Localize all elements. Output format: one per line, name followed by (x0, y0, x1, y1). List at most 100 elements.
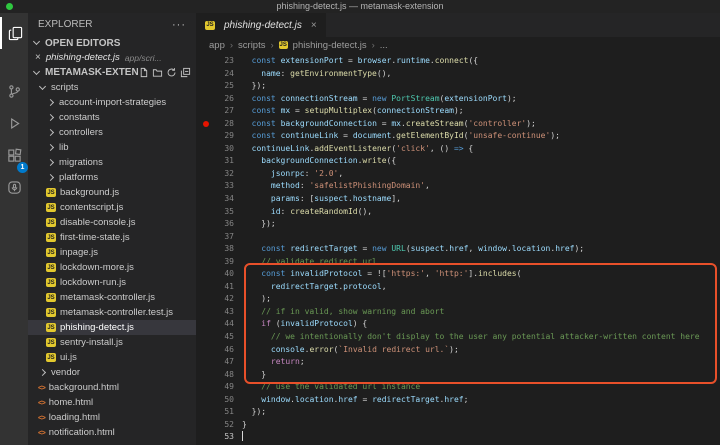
tree-item-migrations[interactable]: migrations (28, 155, 196, 170)
code-line-48[interactable]: 48 } (196, 369, 720, 382)
code-line-26[interactable]: 26 const connectionStream = new PortStre… (196, 93, 720, 106)
source-control-activity-button[interactable] (0, 75, 28, 107)
code-line-43[interactable]: 43 // if in valid, show warning and abor… (196, 306, 720, 319)
tree-item-background.html[interactable]: <>background.html (28, 380, 196, 395)
tree-item-notification.html[interactable]: <>notification.html (28, 425, 196, 440)
line-number[interactable]: 51 (224, 406, 234, 419)
code-line-52[interactable]: 52} (196, 419, 720, 432)
line-number[interactable]: 50 (224, 394, 234, 407)
line-number[interactable]: 38 (224, 243, 234, 256)
mic-activity-button[interactable] (0, 171, 28, 203)
line-number[interactable]: 42 (224, 293, 234, 306)
tree-item-contentscript.js[interactable]: JScontentscript.js (28, 200, 196, 215)
new-folder-icon[interactable] (152, 67, 163, 78)
code-line-35[interactable]: 35 id: createRandomId(), (196, 206, 720, 219)
tree-item-loading.html[interactable]: <>loading.html (28, 410, 196, 425)
tree-item-background.js[interactable]: JSbackground.js (28, 185, 196, 200)
new-file-icon[interactable] (138, 67, 149, 78)
tree-item-lockdown-run.js[interactable]: JSlockdown-run.js (28, 275, 196, 290)
line-number[interactable]: 48 (224, 369, 234, 382)
line-number[interactable]: 33 (224, 180, 234, 193)
code-line-28[interactable]: 28 const backgroundConnection = mx.creat… (196, 118, 720, 131)
code-line-42[interactable]: 42 ); (196, 293, 720, 306)
code-editor[interactable]: 23 const extensionPort = browser.runtime… (196, 53, 720, 445)
breadcrumb-item[interactable]: ... (380, 40, 388, 51)
refresh-icon[interactable] (166, 67, 177, 78)
tree-item-metamask-controller.test.js[interactable]: JSmetamask-controller.test.js (28, 305, 196, 320)
breadcrumb-item[interactable]: app (209, 40, 225, 51)
line-number[interactable]: 35 (224, 206, 234, 219)
tree-item-platforms[interactable]: platforms (28, 170, 196, 185)
line-number[interactable]: 52 (224, 419, 234, 432)
code-line-41[interactable]: 41 redirectTarget.protocol, (196, 281, 720, 294)
code-line-30[interactable]: 30 continueLink.addEventListener('click'… (196, 143, 720, 156)
breadcrumb-item[interactable]: scripts (238, 40, 265, 51)
tree-item-ui.js[interactable]: JSui.js (28, 350, 196, 365)
code-line-40[interactable]: 40 const invalidProtocol = !['https:', '… (196, 268, 720, 281)
code-line-34[interactable]: 34 params: [suspect.hostname], (196, 193, 720, 206)
line-number[interactable]: 28 (224, 118, 234, 131)
line-number[interactable]: 43 (224, 306, 234, 319)
line-number[interactable]: 53 (224, 431, 234, 444)
line-number[interactable]: 44 (224, 318, 234, 331)
close-icon[interactable]: × (311, 20, 317, 31)
tree-item-vendor[interactable]: vendor (28, 365, 196, 380)
tree-item-lib[interactable]: lib (28, 140, 196, 155)
code-line-27[interactable]: 27 const mx = setupMultiplex(connectionS… (196, 105, 720, 118)
line-number[interactable]: 39 (224, 256, 234, 269)
code-line-37[interactable]: 37 (196, 231, 720, 244)
code-line-46[interactable]: 46 console.error(`Invalid redirect url.`… (196, 344, 720, 357)
line-number[interactable]: 41 (224, 281, 234, 294)
code-line-47[interactable]: 47 return; (196, 356, 720, 369)
line-number[interactable]: 25 (224, 80, 234, 93)
code-line-31[interactable]: 31 backgroundConnection.write({ (196, 155, 720, 168)
code-line-51[interactable]: 51 }); (196, 406, 720, 419)
tree-item-home.html[interactable]: <>home.html (28, 395, 196, 410)
tree-item-lockdown-more.js[interactable]: JSlockdown-more.js (28, 260, 196, 275)
line-number[interactable]: 34 (224, 193, 234, 206)
line-number[interactable]: 30 (224, 143, 234, 156)
open-editors-header[interactable]: OPEN EDITORS (28, 36, 196, 50)
code-line-29[interactable]: 29 const continueLink = document.getElem… (196, 130, 720, 143)
code-line-50[interactable]: 50 window.location.href = redirectTarget… (196, 394, 720, 407)
more-actions-icon[interactable]: ··· (172, 19, 186, 31)
tree-item-sentry-install.js[interactable]: JSsentry-install.js (28, 335, 196, 350)
code-line-25[interactable]: 25 }); (196, 80, 720, 93)
line-number[interactable]: 47 (224, 356, 234, 369)
tree-item-disable-console.js[interactable]: JSdisable-console.js (28, 215, 196, 230)
code-line-39[interactable]: 39 // validate redirect url (196, 256, 720, 269)
line-number[interactable]: 37 (224, 231, 234, 244)
code-line-33[interactable]: 33 method: 'safelistPhishingDomain', (196, 180, 720, 193)
line-number[interactable]: 46 (224, 344, 234, 357)
line-number[interactable]: 49 (224, 381, 234, 394)
tree-item-phishing-detect.js[interactable]: JSphishing-detect.js (28, 320, 196, 335)
explorer-activity-button[interactable] (0, 17, 28, 49)
close-icon[interactable]: × (35, 52, 41, 63)
line-number[interactable]: 24 (224, 68, 234, 81)
collapse-all-icon[interactable] (180, 67, 191, 78)
line-number[interactable]: 26 (224, 93, 234, 106)
line-number[interactable]: 40 (224, 268, 234, 281)
code-line-49[interactable]: 49 // use the validated url instance (196, 381, 720, 394)
tree-item-first-time-state.js[interactable]: JSfirst-time-state.js (28, 230, 196, 245)
tree-item-constants[interactable]: constants (28, 110, 196, 125)
code-line-32[interactable]: 32 jsonrpc: '2.0', (196, 168, 720, 181)
tree-item-metamask-controller.js[interactable]: JSmetamask-controller.js (28, 290, 196, 305)
run-debug-activity-button[interactable] (0, 107, 28, 139)
tree-item-scripts[interactable]: scripts (28, 80, 196, 95)
extensions-activity-button[interactable]: 1 (0, 139, 28, 171)
breadcrumb-item[interactable]: phishing-detect.js (293, 40, 367, 51)
line-number[interactable]: 23 (224, 55, 234, 68)
line-number[interactable]: 45 (224, 331, 234, 344)
breakpoint-dot[interactable] (203, 121, 209, 127)
code-line-24[interactable]: 24 name: getEnvironmentType(), (196, 68, 720, 81)
code-line-45[interactable]: 45 // we intentionally don't display to … (196, 331, 720, 344)
line-number[interactable]: 27 (224, 105, 234, 118)
workspace-header[interactable]: METAMASK-EXTENS... (28, 65, 196, 80)
code-line-44[interactable]: 44 if (invalidProtocol) { (196, 318, 720, 331)
code-line-53[interactable]: 53 (196, 431, 720, 444)
tree-item-controllers[interactable]: controllers (28, 125, 196, 140)
code-line-38[interactable]: 38 const redirectTarget = new URL(suspec… (196, 243, 720, 256)
code-line-23[interactable]: 23 const extensionPort = browser.runtime… (196, 55, 720, 68)
tree-item-account-import-strategies[interactable]: account-import-strategies (28, 95, 196, 110)
